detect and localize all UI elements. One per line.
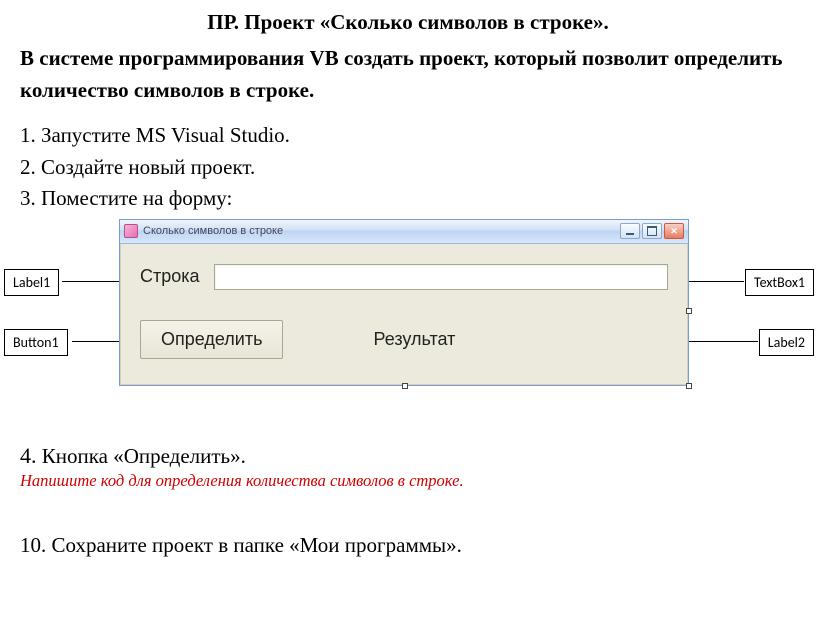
form-diagram: Label1 Button1 TextBox1 Label2 Сколько с… [20, 219, 796, 419]
callout-label2: Label2 [759, 329, 814, 356]
doc-subtitle: В системе программирования VB создать пр… [20, 43, 796, 106]
step-2: 2. Создайте новый проект. [20, 152, 796, 184]
step-4-number: 4. [20, 443, 37, 468]
step-3: 3. Поместите на форму: [20, 183, 796, 215]
app-window: Сколько символов в строке Строка Определ… [119, 219, 689, 386]
close-button[interactable] [664, 223, 684, 239]
step-1: 1. Запустите MS Visual Studio. [20, 120, 796, 152]
step-4-text: Кнопка «Определить». [37, 444, 246, 468]
resize-handle-corner[interactable] [686, 383, 692, 389]
doc-title: ПР. Проект «Сколько символов в строке». [20, 10, 796, 35]
resize-handle-right[interactable] [686, 308, 692, 314]
label-stroka: Строка [140, 266, 200, 287]
callout-button1: Button1 [4, 329, 68, 356]
step-10: 10. Сохраните проект в папке «Мои програ… [20, 533, 796, 558]
callout-label1: Label1 [4, 269, 59, 296]
form-body: Строка Определить Результат [120, 244, 688, 385]
resize-handle-bottom[interactable] [402, 383, 408, 389]
define-button[interactable]: Определить [140, 320, 283, 359]
window-title: Сколько символов в строке [143, 225, 620, 237]
maximize-button[interactable] [642, 223, 662, 239]
step-4: 4. Кнопка «Определить». [20, 443, 796, 469]
callout-textbox1: TextBox1 [745, 269, 814, 296]
window-titlebar: Сколько символов в строке [120, 220, 688, 244]
step-4-hint: Напишите код для определения количества … [20, 471, 796, 491]
app-icon [124, 224, 138, 238]
textbox-input[interactable] [214, 264, 668, 290]
label-result: Результат [373, 329, 455, 350]
minimize-button[interactable] [620, 223, 640, 239]
